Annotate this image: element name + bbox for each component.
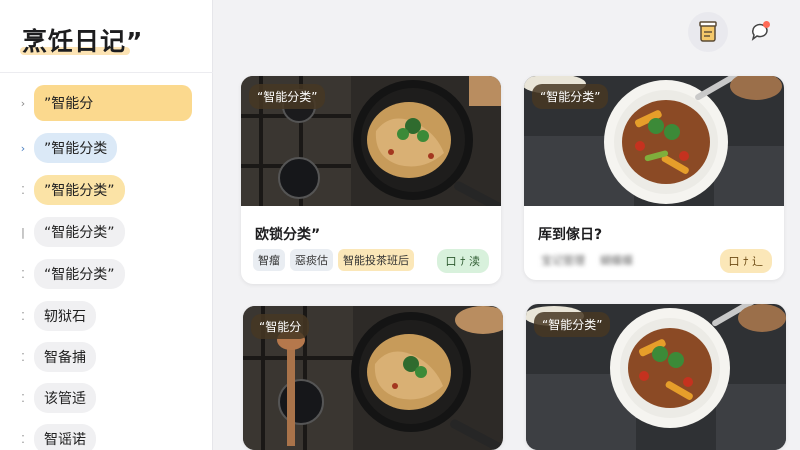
sidebar-item-5[interactable]: ⁚ “智能分类” <box>16 259 125 289</box>
sidebar-item-label: 智备捕 <box>34 342 96 372</box>
sidebar-item-label: ”智能分类 <box>34 133 118 163</box>
sidebar-item-6[interactable]: ⁚ 轫狱石 <box>16 301 96 331</box>
dots-icon: ⁚ <box>21 432 25 446</box>
dots-icon: ⁚ <box>21 183 25 197</box>
sidebar-item-label: 该管适 <box>34 383 96 413</box>
dots-icon: ⁚ <box>21 350 25 364</box>
jar-button[interactable] <box>688 12 728 52</box>
recipe-card[interactable]: “智能分类” 厍到傢日? 宝记管理 蝴蝶蝶 口 ﾅ 辶 <box>524 76 784 280</box>
tag-chip[interactable]: 智瘤 <box>253 249 285 271</box>
sidebar-divider <box>0 72 213 73</box>
dots-icon: ⁚ <box>21 391 25 405</box>
sidebar-item-label: ”智能分 <box>34 85 192 121</box>
sidebar-item-2[interactable]: › ”智能分类 <box>16 133 118 163</box>
category-tag: “智能分 <box>251 314 310 339</box>
jar-icon <box>699 21 717 42</box>
card-action-button[interactable]: 口 ﾅ 辶 <box>719 249 772 273</box>
card-title: 厍到傢日? <box>538 227 603 243</box>
sidebar-item-3[interactable]: ⁚ ”智能分类” <box>16 175 125 205</box>
sidebar-item-label: ”智能分类” <box>34 175 125 205</box>
sidebar-item-label: 轫狱石 <box>34 301 96 331</box>
category-tag: “智能分类” <box>249 84 326 109</box>
sidebar-item-label: “智能分类” <box>34 259 125 289</box>
chevron-right-icon: › <box>20 96 26 110</box>
sidebar-item-label: 智谣诺 <box>34 424 96 450</box>
sidebar-item-label: “智能分类” <box>34 217 125 247</box>
category-tag: “智能分类” <box>532 84 609 109</box>
sidebar-item-4[interactable]: | “智能分类” <box>16 217 125 247</box>
sidebar: 烹饪日记” › ”智能分 › ”智能分类 ⁚ ”智能分类” | “智能分类” ⁚… <box>0 0 213 450</box>
recipe-card[interactable]: “智能分类” 欧锁分类” 智瘤 惡痰估 智能投茶班后 口 ﾅ 渎 <box>241 76 501 284</box>
recipe-card[interactable]: “智能分 <box>243 306 503 450</box>
sidebar-item-7[interactable]: ⁚ 智备捕 <box>16 342 96 372</box>
chevron-right-icon: › <box>20 141 26 155</box>
category-tag: “智能分类” <box>534 312 611 337</box>
chip-row: 智瘤 惡痰估 智能投茶班后 <box>253 249 414 271</box>
sidebar-item-9[interactable]: ⁚ 智谣诺 <box>16 424 96 450</box>
tag-chip[interactable]: 蝴蝶蝶 <box>595 249 638 271</box>
card-title: 欧锁分类” <box>255 227 321 243</box>
chat-button[interactable] <box>740 12 780 52</box>
recipe-card[interactable]: “智能分类” <box>526 304 786 450</box>
tag-chip[interactable]: 智能投茶班后 <box>338 249 414 271</box>
chip-row: 宝记管理 蝴蝶蝶 <box>536 249 638 271</box>
app-title: 烹饪日记” <box>22 27 144 56</box>
tag-chip[interactable]: 宝记管理 <box>536 249 590 271</box>
dots-icon: ⁚ <box>21 309 25 323</box>
bar-icon: | <box>21 225 25 239</box>
dots-icon: ⁚ <box>21 267 25 281</box>
sidebar-item-1[interactable]: › ”智能分 <box>16 85 192 121</box>
card-action-button[interactable]: 口 ﾅ 渎 <box>436 249 489 273</box>
sidebar-item-8[interactable]: ⁚ 该管适 <box>16 383 96 413</box>
notification-dot <box>763 21 770 28</box>
tag-chip[interactable]: 惡痰估 <box>290 249 333 271</box>
